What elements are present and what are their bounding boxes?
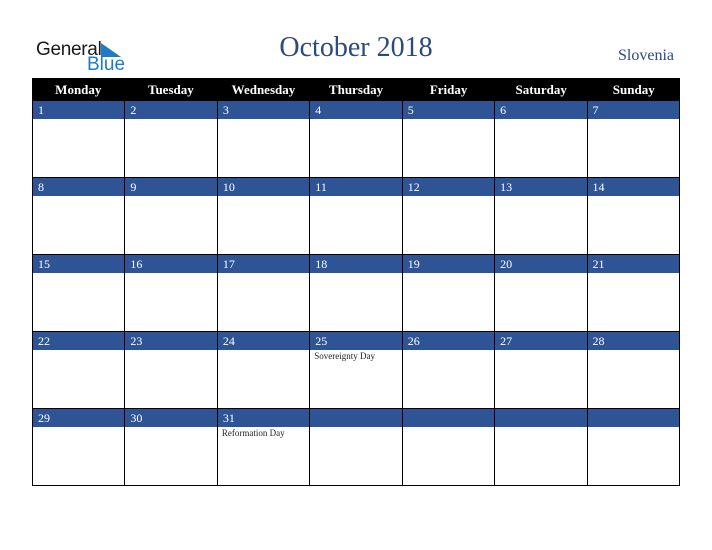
day-number: 12 (403, 178, 496, 196)
day-cell-event[interactable] (310, 196, 403, 254)
day-number: 1 (33, 101, 126, 119)
day-number: 29 (33, 409, 126, 427)
day-cell-event[interactable] (218, 350, 311, 408)
day-number: 16 (125, 255, 218, 273)
day-cell-event[interactable] (495, 350, 588, 408)
calendar-title: October 2018 (279, 32, 433, 63)
day-cells-row: Sovereignty Day (32, 350, 680, 409)
day-cell-event[interactable] (495, 196, 588, 254)
day-cells-row (32, 119, 680, 178)
day-cell-event[interactable] (588, 427, 680, 485)
day-cell-event[interactable] (403, 119, 496, 177)
day-cell-event[interactable] (33, 273, 126, 331)
day-cell-event[interactable] (33, 350, 126, 408)
day-cell-event[interactable] (310, 119, 403, 177)
day-cell-event[interactable] (495, 119, 588, 177)
calendar-week: 1234567 (32, 101, 680, 178)
country-label: Slovenia (618, 47, 674, 64)
day-cell-event[interactable] (588, 119, 680, 177)
day-cell-event[interactable] (33, 119, 126, 177)
day-number: 8 (33, 178, 126, 196)
day-number-bar: 15 16 17 18 19 20 21 (32, 255, 680, 273)
day-number (310, 409, 403, 427)
day-number: 30 (125, 409, 218, 427)
day-number-bar: 8 9 10 11 12 13 14 (32, 178, 680, 196)
day-number-bar: 29 30 31 (32, 409, 680, 427)
day-number: 27 (495, 332, 588, 350)
day-number (403, 409, 496, 427)
day-cell-event[interactable] (310, 427, 403, 485)
day-number: 21 (588, 255, 680, 273)
day-cell-event[interactable] (125, 119, 218, 177)
weekday-label: Monday (55, 82, 102, 97)
day-number: 2 (125, 101, 218, 119)
day-cell-event[interactable] (33, 196, 126, 254)
day-number: 14 (588, 178, 680, 196)
day-number (495, 409, 588, 427)
day-number: 4 (310, 101, 403, 119)
day-cell-event[interactable]: Reformation Day (218, 427, 311, 485)
day-cells-row: Reformation Day (32, 427, 680, 486)
weekday-label: Sunday (612, 82, 655, 97)
day-cells-row (32, 273, 680, 332)
calendar-week: 29 30 31 Reformation Day (32, 409, 680, 486)
day-number-bar: 1234567 (32, 101, 680, 119)
day-cell-event[interactable] (125, 273, 218, 331)
day-cells-row (32, 196, 680, 255)
day-number: 9 (125, 178, 218, 196)
weekday-label: Friday (429, 82, 468, 97)
day-number: 26 (403, 332, 496, 350)
day-number: 18 (310, 255, 403, 273)
day-cell-event[interactable] (403, 350, 496, 408)
day-cell-event[interactable] (403, 196, 496, 254)
day-number: 20 (495, 255, 588, 273)
day-number: 10 (218, 178, 311, 196)
day-number: 28 (588, 332, 680, 350)
day-cell-event[interactable] (218, 273, 311, 331)
day-number: 7 (588, 101, 680, 119)
day-number: 15 (33, 255, 126, 273)
weekday-label: Wednesday (231, 82, 296, 97)
weekday-header: Monday Tuesday Wednesday Thursday Friday… (32, 78, 680, 101)
calendar-week: 15 16 17 18 19 20 21 (32, 255, 680, 332)
day-number: 13 (495, 178, 588, 196)
day-number-bar: 22 23 24 25 26 27 28 (32, 332, 680, 350)
day-cell-event[interactable] (588, 273, 680, 331)
day-cell-event[interactable] (403, 427, 496, 485)
day-number: 31 (218, 409, 311, 427)
day-number: 22 (33, 332, 126, 350)
weekday-label: Tuesday (147, 82, 194, 97)
day-cell-event[interactable] (218, 196, 311, 254)
day-cell-event[interactable] (310, 273, 403, 331)
day-number: 17 (218, 255, 311, 273)
day-cell-event[interactable] (495, 427, 588, 485)
day-number: 3 (218, 101, 311, 119)
day-cell-event[interactable] (495, 273, 588, 331)
day-cell-event[interactable] (125, 196, 218, 254)
day-cell-event[interactable] (125, 350, 218, 408)
day-cell-event[interactable] (218, 119, 311, 177)
day-cell-event[interactable] (33, 427, 126, 485)
day-number: 24 (218, 332, 311, 350)
day-number: 19 (403, 255, 496, 273)
calendar-week: 8 9 10 11 12 13 14 (32, 178, 680, 255)
day-number: 25 (310, 332, 403, 350)
day-number: 5 (403, 101, 496, 119)
calendar-grid: Monday Tuesday Wednesday Thursday Friday… (32, 78, 680, 486)
day-number (588, 409, 680, 427)
day-number: 6 (495, 101, 588, 119)
weekday-label: Thursday (328, 82, 384, 97)
day-cell-event[interactable] (588, 196, 680, 254)
day-cell-event[interactable] (588, 350, 680, 408)
day-cell-event[interactable] (403, 273, 496, 331)
day-number: 11 (310, 178, 403, 196)
day-number: 23 (125, 332, 218, 350)
weekday-label: Saturday (515, 82, 567, 97)
calendar-week: 22 23 24 25 26 27 28 Sovereignty Day (32, 332, 680, 409)
day-cell-event[interactable]: Sovereignty Day (310, 350, 403, 408)
day-cell-event[interactable] (125, 427, 218, 485)
